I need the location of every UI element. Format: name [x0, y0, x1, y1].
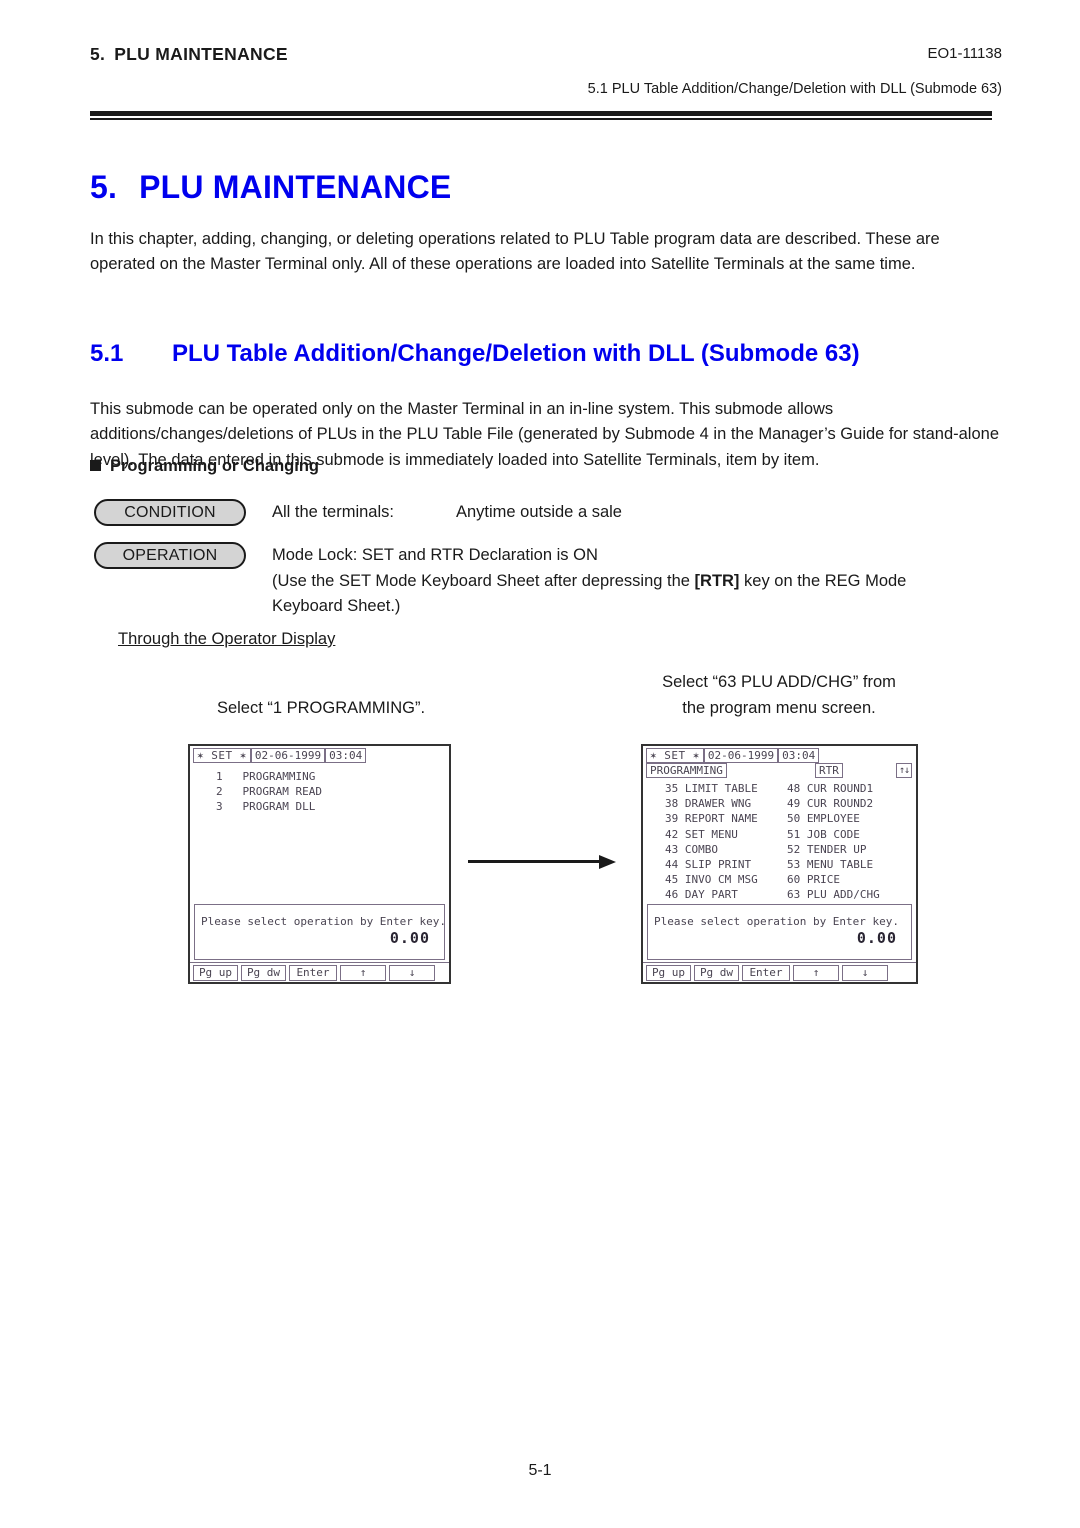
list-item[interactable]: 2 PROGRAM READ: [190, 784, 449, 799]
condition-text: All the terminals: Anytime outside a sale: [272, 500, 622, 526]
softkey-bar-left: Pg up Pg dw Enter ↑ ↓: [190, 962, 449, 982]
running-header-section-number: 5.: [90, 44, 106, 64]
condition-text-part1: All the terminals:: [272, 503, 394, 521]
menu-item-left[interactable]: 38 DRAWER WNG: [665, 797, 751, 810]
key-arrow-down[interactable]: ↓: [842, 965, 888, 981]
menu-list-left: 1 PROGRAMMING 2 PROGRAM READ 3 PROGRAM D…: [190, 763, 449, 815]
sub-heading: Programming or Changing: [90, 457, 319, 476]
caption-right-screen: Select “63 PLU ADD/CHG” from the program…: [638, 669, 920, 721]
header-rule-thin: [90, 118, 992, 120]
table-row[interactable]: 39 REPORT NAME 50 EMPLOYEE: [643, 811, 916, 826]
menu-item-right[interactable]: 48 CUR ROUND1: [787, 781, 873, 796]
menu-item-left[interactable]: 44 SLIP PRINT: [665, 858, 751, 871]
operation-line-2-a: (Use the SET Mode Keyboard Sheet after d…: [272, 571, 695, 590]
running-header-section-title: PLU MAINTENANCE: [114, 44, 288, 64]
message-box-right: Please select operation by Enter key. 0.…: [647, 904, 912, 960]
operation-badge: OPERATION: [94, 542, 246, 569]
time-field: 03:04: [325, 748, 367, 763]
list-item[interactable]: 3 PROGRAM DLL: [190, 799, 449, 814]
key-enter[interactable]: Enter: [742, 965, 790, 981]
table-row[interactable]: 43 COMBO 52 TENDER UP: [643, 842, 916, 857]
operator-display-heading: Through the Operator Display: [118, 630, 336, 648]
page-title: 5. PLU MAINTENANCE: [90, 169, 451, 206]
mode-indicator: ✶ SET ✶: [193, 748, 251, 763]
menu-item-left[interactable]: 35 LIMIT TABLE: [665, 782, 758, 795]
operation-line-2-b: key on the REG Mode: [739, 571, 907, 590]
table-row[interactable]: 35 LIMIT TABLE 48 CUR ROUND1: [643, 781, 916, 796]
status-message: Please select operation by Enter key.: [201, 915, 447, 928]
status-message: Please select operation by Enter key.: [654, 915, 900, 928]
table-row[interactable]: 42 SET MENU 51 JOB CODE: [643, 827, 916, 842]
sub-heading-label: Programming or Changing: [110, 457, 320, 475]
list-item[interactable]: 1 PROGRAMMING: [190, 769, 449, 784]
table-row[interactable]: 46 DAY PART 63 PLU ADD/CHG: [643, 887, 916, 902]
menu-item-right[interactable]: 60 PRICE: [787, 872, 840, 887]
condition-badge: CONDITION: [94, 499, 246, 526]
key-page-down[interactable]: Pg dw: [694, 965, 739, 981]
scroll-updown-icon: ↑↓: [895, 763, 912, 778]
key-page-down[interactable]: Pg dw: [241, 965, 286, 981]
table-row[interactable]: 44 SLIP PRINT 53 MENU TABLE: [643, 857, 916, 872]
key-arrow-up[interactable]: ↑: [340, 965, 386, 981]
menu-item-right[interactable]: 51 JOB CODE: [787, 827, 860, 842]
section-number: 5.1: [90, 339, 124, 367]
key-page-up[interactable]: Pg up: [193, 965, 238, 981]
document-page: 5. PLU MAINTENANCE EO1-11138 5.1 PLU Tabl…: [0, 0, 1080, 1528]
menu-item-left[interactable]: 39 REPORT NAME: [665, 812, 758, 825]
chapter-number: 5.: [90, 169, 118, 206]
condition-text-part2: Anytime outside a sale: [455, 503, 622, 521]
mode-bar-right: PROGRAMMING RTR ↑↓: [643, 763, 916, 780]
caption-right-line1: Select “63 PLU ADD/CHG” from: [662, 673, 896, 691]
menu-item-right[interactable]: 49 CUR ROUND2: [787, 796, 873, 811]
mode-indicator: ✶ SET ✶: [646, 748, 704, 763]
header-rule: [90, 111, 992, 118]
operation-line-1: Mode Lock: SET and RTR Declaration is ON: [272, 546, 598, 564]
status-bar-right: ✶ SET ✶ 02-06-1999 03:04: [643, 746, 916, 763]
rtr-key-label: [RTR]: [694, 571, 740, 590]
date-field: 02-06-1999: [250, 748, 326, 763]
amount-display: 0.00: [856, 929, 897, 947]
key-enter[interactable]: Enter: [289, 965, 337, 981]
chapter-title-text: PLU MAINTENANCE: [139, 169, 452, 206]
caption-right-line2: the program menu screen.: [682, 699, 876, 717]
running-header-subtitle: 5.1 PLU Table Addition/Change/Deletion w…: [587, 81, 1002, 97]
document-number: EO1-11138: [927, 45, 1003, 62]
table-row[interactable]: 38 DRAWER WNG 49 CUR ROUND2: [643, 796, 916, 811]
square-bullet-icon: [90, 460, 101, 471]
flow-arrow-icon: [468, 855, 616, 869]
menu-item-left[interactable]: 43 COMBO: [665, 843, 718, 856]
terminal-display-right: ✶ SET ✶ 02-06-1999 03:04 PROGRAMMING RTR ↑…: [641, 744, 918, 984]
section-heading: 5.1 PLU Table Addition/Change/Deletion wi…: [90, 340, 860, 368]
amount-display: 0.00: [389, 929, 430, 947]
menu-list-right: 35 LIMIT TABLE 48 CUR ROUND1 38 DRAWER WN…: [643, 780, 916, 903]
status-bar-left: ✶ SET ✶ 02-06-1999 03:04: [190, 746, 449, 763]
key-arrow-down[interactable]: ↓: [389, 965, 435, 981]
chapter-intro-paragraph: In this chapter, adding, changing, or de…: [90, 229, 940, 274]
terminal-display-left: ✶ SET ✶ 02-06-1999 03:04 1 PROGRAMMING 2 P…: [188, 744, 451, 984]
program-mode-label: PROGRAMMING: [646, 763, 727, 778]
caption-left-screen: Select “1 PROGRAMMING”.: [216, 699, 426, 717]
menu-item-left[interactable]: 45 INVO CM MSG: [665, 873, 758, 886]
running-header-left: 5. PLU MAINTENANCE: [90, 44, 288, 65]
key-page-up[interactable]: Pg up: [646, 965, 691, 981]
rtr-indicator: RTR: [815, 763, 843, 778]
operation-text: Mode Lock: SET and RTR Declaration is ON…: [272, 543, 992, 620]
menu-item-right[interactable]: 53 MENU TABLE: [787, 857, 873, 872]
menu-item-right[interactable]: 50 EMPLOYEE: [787, 811, 860, 826]
time-field: 03:04: [778, 748, 820, 763]
operation-line-3: Keyboard Sheet.): [272, 597, 401, 615]
softkey-bar-right: Pg up Pg dw Enter ↑ ↓: [643, 962, 916, 982]
arrow-shaft: [468, 860, 600, 863]
date-field: 02-06-1999: [703, 748, 779, 763]
table-row[interactable]: 45 INVO CM MSG 60 PRICE: [643, 872, 916, 887]
menu-item-right[interactable]: 52 TENDER UP: [787, 842, 866, 857]
page-number: 5-1: [528, 1462, 552, 1479]
menu-item-left[interactable]: 42 SET MENU: [665, 828, 738, 841]
key-arrow-up[interactable]: ↑: [793, 965, 839, 981]
arrow-head: [599, 855, 616, 869]
menu-item-left[interactable]: 46 DAY PART: [665, 888, 738, 901]
message-box-left: Please select operation by Enter key. 0.…: [194, 904, 447, 960]
section-title-text: PLU Table Addition/Change/Deletion with …: [172, 339, 860, 367]
menu-item-right[interactable]: 63 PLU ADD/CHG: [787, 887, 880, 902]
